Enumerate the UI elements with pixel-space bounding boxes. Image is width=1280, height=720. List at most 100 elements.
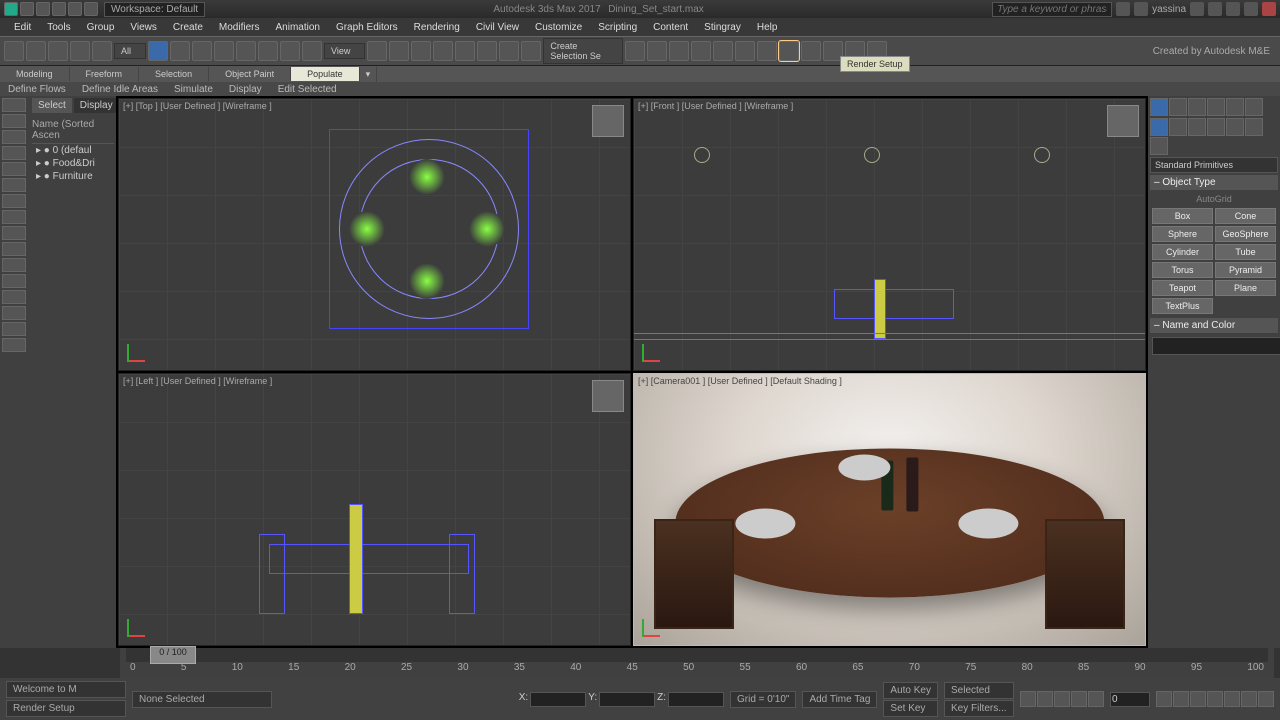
lt-14[interactable]: [2, 306, 26, 320]
time-tag[interactable]: Add Time Tag: [802, 691, 877, 708]
nav-pan-icon[interactable]: [1224, 691, 1240, 707]
y-input[interactable]: [599, 692, 655, 707]
placement-button[interactable]: [302, 41, 322, 61]
cp-motion-icon[interactable]: [1207, 98, 1225, 116]
undo-icon[interactable]: [68, 2, 82, 16]
menu-modifiers[interactable]: Modifiers: [211, 20, 268, 35]
render-setup-button[interactable]: [779, 41, 799, 61]
prim-torus[interactable]: Torus: [1152, 262, 1213, 278]
menu-civil-view[interactable]: Civil View: [468, 20, 527, 35]
select-object-button[interactable]: [148, 41, 168, 61]
cat-spacewarps-icon[interactable]: [1245, 118, 1263, 136]
app-menu-icon[interactable]: [4, 2, 18, 16]
menu-edit[interactable]: Edit: [6, 20, 39, 35]
next-frame-icon[interactable]: [1071, 691, 1087, 707]
search-input[interactable]: [992, 2, 1112, 17]
nav-orbit-icon[interactable]: [1241, 691, 1257, 707]
prim-pyramid[interactable]: Pyramid: [1215, 262, 1276, 278]
current-frame-input[interactable]: [1110, 692, 1150, 707]
prim-cylinder[interactable]: Cylinder: [1152, 244, 1213, 260]
viewport-top[interactable]: [+] [Top ] [User Defined ] [Wireframe ]: [118, 98, 631, 371]
menu-create[interactable]: Create: [165, 20, 211, 35]
nav-fov-icon[interactable]: [1207, 691, 1223, 707]
goto-end-icon[interactable]: [1088, 691, 1104, 707]
cp-display-icon[interactable]: [1226, 98, 1244, 116]
lt-7[interactable]: [2, 194, 26, 208]
align-button[interactable]: [647, 41, 667, 61]
named-sel-dropdown[interactable]: Create Selection Se: [543, 38, 623, 64]
refcoord-dropdown[interactable]: View: [324, 43, 365, 59]
viewcube-icon[interactable]: [592, 105, 624, 137]
prim-plane[interactable]: Plane: [1215, 280, 1276, 296]
lt-2[interactable]: [2, 114, 26, 128]
viewcube-icon[interactable]: [592, 380, 624, 412]
render-frame-button[interactable]: [801, 41, 821, 61]
unlink-button[interactable]: [70, 41, 90, 61]
viewport-label[interactable]: [+] [Left ] [User Defined ] [Wireframe ]: [123, 376, 272, 386]
tree-item[interactable]: ▸ ● Furniture: [32, 170, 114, 183]
cp-create-icon[interactable]: [1150, 98, 1168, 116]
undo-button[interactable]: [4, 41, 24, 61]
viewport-camera[interactable]: [+] [Camera001 ] [User Defined ] [Defaul…: [633, 373, 1146, 646]
tab-freeform[interactable]: Freeform: [70, 67, 140, 81]
time-slider[interactable]: 0 / 100 05101520253035404550556065707580…: [120, 648, 1274, 678]
panel-edit-selected[interactable]: Edit Selected: [270, 83, 345, 96]
panel-define-flows[interactable]: Define Flows: [0, 83, 74, 96]
lt-4[interactable]: [2, 146, 26, 160]
toggle-ribbon-button[interactable]: [691, 41, 711, 61]
panel-display[interactable]: Display: [221, 83, 270, 96]
viewport-label[interactable]: [+] [Top ] [User Defined ] [Wireframe ]: [123, 101, 272, 111]
cat-systems-icon[interactable]: [1150, 137, 1168, 155]
viewcube-icon[interactable]: [1107, 105, 1139, 137]
prim-geosphere[interactable]: GeoSphere: [1215, 226, 1276, 242]
lt-5[interactable]: [2, 162, 26, 176]
viewport-front[interactable]: [+] [Front ] [User Defined ] [Wireframe …: [633, 98, 1146, 371]
viewport-label[interactable]: [+] [Front ] [User Defined ] [Wireframe …: [638, 101, 793, 111]
object-name-input[interactable]: [1152, 337, 1280, 355]
ribbon-overflow-icon[interactable]: ▾: [360, 67, 378, 82]
spinner-snap-button[interactable]: [499, 41, 519, 61]
panel-define-idle[interactable]: Define Idle Areas: [74, 83, 166, 96]
prim-tube[interactable]: Tube: [1215, 244, 1276, 260]
selection-filter[interactable]: All: [114, 43, 146, 59]
material-editor-button[interactable]: [757, 41, 777, 61]
time-knob[interactable]: 0 / 100: [150, 646, 196, 664]
move-button[interactable]: [236, 41, 256, 61]
new-icon[interactable]: [20, 2, 34, 16]
tree-item[interactable]: ▸ ● Food&Dri: [32, 157, 114, 170]
z-input[interactable]: [668, 692, 724, 707]
select-region-button[interactable]: [192, 41, 212, 61]
lt-6[interactable]: [2, 178, 26, 192]
lt-15[interactable]: [2, 322, 26, 336]
explorer-tab-select[interactable]: Select: [32, 98, 72, 113]
select-name-button[interactable]: [170, 41, 190, 61]
key-mode-dropdown[interactable]: Selected: [944, 682, 1014, 699]
lt-9[interactable]: [2, 226, 26, 240]
panel-simulate[interactable]: Simulate: [166, 83, 221, 96]
cat-shapes-icon[interactable]: [1169, 118, 1187, 136]
menu-animation[interactable]: Animation: [267, 20, 327, 35]
percent-snap-button[interactable]: [477, 41, 497, 61]
scale-button[interactable]: [280, 41, 300, 61]
explorer-tab-display[interactable]: Display: [74, 98, 119, 113]
cat-cameras-icon[interactable]: [1207, 118, 1225, 136]
named-sel-button[interactable]: [521, 41, 541, 61]
snap-button[interactable]: [433, 41, 453, 61]
key-filters-button[interactable]: Key Filters...: [944, 700, 1014, 717]
bind-button[interactable]: [92, 41, 112, 61]
nav-zoom-icon[interactable]: [1156, 691, 1172, 707]
goto-start-icon[interactable]: [1020, 691, 1036, 707]
workspace-dropdown[interactable]: Workspace: Default: [104, 2, 205, 17]
rollout-object-type[interactable]: – Object Type: [1150, 175, 1278, 190]
tab-populate[interactable]: Populate: [291, 67, 360, 81]
redo-icon[interactable]: [84, 2, 98, 16]
link-button[interactable]: [48, 41, 68, 61]
lt-13[interactable]: [2, 290, 26, 304]
tab-selection[interactable]: Selection: [139, 67, 209, 81]
prim-textplus[interactable]: TextPlus: [1152, 298, 1213, 314]
save-icon[interactable]: [52, 2, 66, 16]
rollout-name-color[interactable]: – Name and Color: [1150, 318, 1278, 333]
viewport-left[interactable]: [+] [Left ] [User Defined ] [Wireframe ]: [118, 373, 631, 646]
nav-zoomall-icon[interactable]: [1173, 691, 1189, 707]
menu-tools[interactable]: Tools: [39, 20, 78, 35]
